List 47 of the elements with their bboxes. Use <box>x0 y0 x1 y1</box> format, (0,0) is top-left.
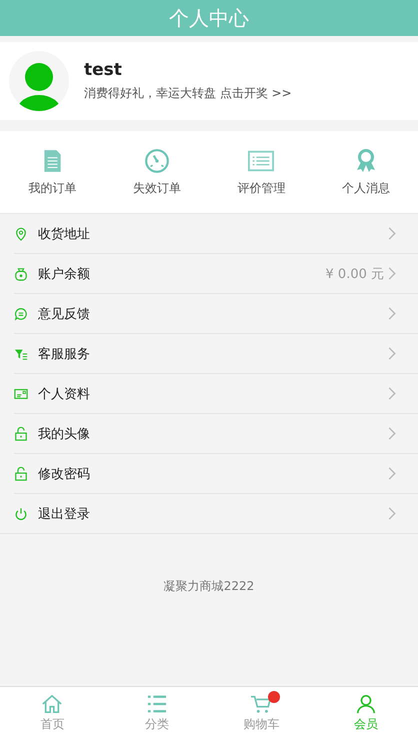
chevron-right-icon <box>388 467 396 480</box>
footer-text: 凝聚力商城2222 <box>162 578 256 595</box>
chevron-right-icon <box>388 387 396 400</box>
balance-value: ¥ 0.00 元 <box>326 266 384 282</box>
promo-link[interactable]: 消费得好礼，幸运大转盘 点击开奖 >> <box>84 85 292 102</box>
user-icon <box>354 694 377 714</box>
power-icon <box>14 506 28 520</box>
menu-item[interactable]: 退出登录 <box>14 494 418 533</box>
shortcut-button[interactable]: 失效订单 <box>104 131 209 213</box>
menu-label: 意见反馈 <box>38 306 91 322</box>
chevron-right-icon <box>388 227 396 240</box>
menu-label: 客服服务 <box>38 346 91 362</box>
filter-icon <box>14 346 28 360</box>
shortcut-button[interactable]: 个人消息 <box>314 131 418 213</box>
cart-icon <box>250 694 272 714</box>
chevron-right-icon <box>388 427 396 440</box>
location-pin-icon <box>14 226 28 240</box>
money-bag-icon <box>14 266 28 280</box>
id-card-icon <box>14 386 28 400</box>
menu-item[interactable]: 账户余额 ¥ 0.00 元 <box>14 254 418 294</box>
chevron-right-icon <box>388 267 396 280</box>
user-name: test <box>84 60 123 80</box>
menu-item[interactable]: 意见反馈 <box>14 294 418 334</box>
avatar-icon <box>9 51 69 111</box>
menu-label: 修改密码 <box>38 466 91 482</box>
menu-item[interactable]: 收货地址 <box>14 214 418 254</box>
shortcut-button[interactable]: 我的订单 <box>0 131 104 213</box>
chevron-right-icon <box>388 307 396 320</box>
gauge-icon <box>144 148 170 174</box>
lock-icon <box>14 426 28 440</box>
menu-item[interactable]: 我的头像 <box>14 414 418 454</box>
menu-item[interactable]: 客服服务 <box>14 334 418 374</box>
menu-label: 退出登录 <box>38 506 91 522</box>
menu-label: 收货地址 <box>38 226 91 242</box>
shortcut-button[interactable]: 评价管理 <box>209 131 314 213</box>
lock-icon <box>14 466 28 480</box>
menu-label: 我的头像 <box>38 426 91 442</box>
menu-label: 账户余额 <box>38 266 91 282</box>
chevron-right-icon <box>388 507 396 520</box>
menu-item[interactable]: 修改密码 <box>14 454 418 494</box>
menu-item[interactable]: 个人资料 <box>14 374 418 414</box>
menu-label: 个人资料 <box>38 386 91 402</box>
home-icon <box>41 694 64 714</box>
list-icon <box>146 694 168 714</box>
page-title: 个人中心 <box>169 4 249 32</box>
chat-icon <box>14 306 28 320</box>
chevron-right-icon <box>388 347 396 360</box>
